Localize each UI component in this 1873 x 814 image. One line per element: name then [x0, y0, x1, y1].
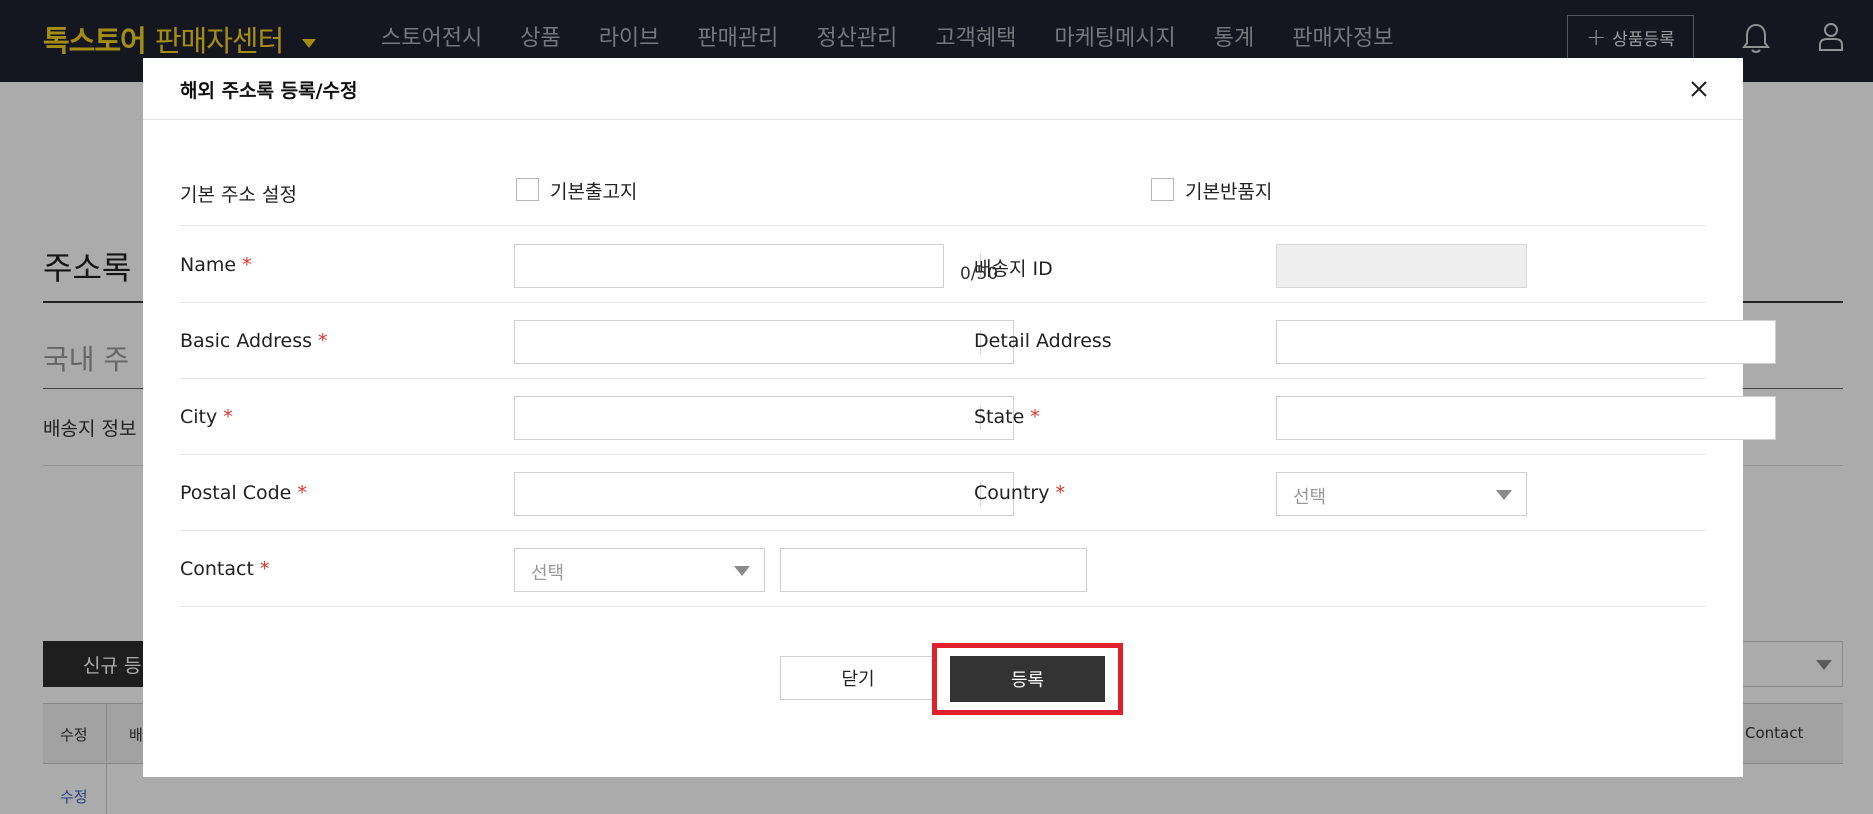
- chevron-down-icon: [1496, 490, 1512, 500]
- postal-code-label: Postal Code *: [180, 482, 307, 504]
- default-return-checkbox[interactable]: [1151, 178, 1174, 201]
- form-row-address: Basic Address * Detail Address: [180, 304, 1776, 379]
- default-return-label[interactable]: 기본반품지: [1185, 177, 1272, 204]
- contact-label-text: Contact: [180, 558, 254, 580]
- country-label: Country *: [974, 482, 1065, 504]
- detail-address-label: Detail Address: [974, 330, 1112, 352]
- form-row-default-address: 기본 주소 설정 기본출고지 기본반품지: [180, 154, 1706, 226]
- basic-address-label-text: Basic Address: [180, 330, 313, 352]
- overseas-address-modal: 해외 주소록 등록/수정 기본 주소 설정 기본출고지 기본반품지 Name * …: [143, 58, 1776, 777]
- state-input[interactable]: [1276, 396, 1776, 440]
- modal-header: 해외 주소록 등록/수정: [143, 58, 1743, 120]
- state-label: State *: [974, 406, 1040, 428]
- postal-code-label-text: Postal Code: [180, 482, 292, 504]
- required-mark: *: [318, 330, 328, 352]
- postal-code-input[interactable]: [514, 472, 1014, 516]
- required-mark: *: [1030, 406, 1040, 428]
- country-select[interactable]: 선택: [1276, 472, 1527, 516]
- shipping-id-label: 배송지 ID: [974, 258, 1053, 280]
- default-address-label: 기본 주소 설정: [180, 184, 297, 206]
- submit-button[interactable]: 등록: [950, 656, 1105, 702]
- city-input[interactable]: [514, 396, 1014, 440]
- shipping-id-input: [1276, 244, 1527, 288]
- name-label-text: Name: [180, 254, 237, 276]
- required-mark: *: [297, 482, 307, 504]
- contact-country-code-select[interactable]: 선택: [514, 548, 765, 592]
- city-label-text: City: [180, 406, 218, 428]
- country-label-text: Country: [974, 482, 1050, 504]
- contact-label: Contact *: [180, 558, 269, 580]
- default-shipping-checkbox[interactable]: [516, 178, 539, 201]
- form-row-city-state: City * State *: [180, 380, 1776, 455]
- chevron-down-icon: [734, 566, 750, 576]
- basic-address-input[interactable]: [514, 320, 1014, 364]
- contact-select-value: 선택: [531, 563, 565, 584]
- country-select-value: 선택: [1293, 487, 1327, 508]
- form-row-name: Name* 0/50 배송지 ID: [180, 228, 1706, 303]
- basic-address-label: Basic Address *: [180, 330, 328, 352]
- form-row-contact: Contact * 선택: [180, 532, 1706, 607]
- detail-address-input[interactable]: [1276, 320, 1776, 364]
- name-label: Name *: [180, 254, 252, 276]
- name-input[interactable]: [514, 244, 944, 288]
- state-label-text: State: [974, 406, 1025, 428]
- close-button[interactable]: 닫기: [780, 656, 936, 700]
- default-shipping-label[interactable]: 기본출고지: [550, 177, 637, 204]
- city-label: City *: [180, 406, 233, 428]
- close-icon[interactable]: [1685, 75, 1713, 103]
- contact-number-input[interactable]: [780, 548, 1087, 592]
- required-mark: *: [223, 406, 233, 428]
- form-row-postal-country: Postal Code * Country * 선택: [180, 456, 1706, 531]
- required-mark: *: [1055, 482, 1065, 504]
- required-mark: *: [242, 254, 252, 276]
- modal-title: 해외 주소록 등록/수정: [180, 80, 358, 102]
- required-mark: *: [259, 558, 270, 580]
